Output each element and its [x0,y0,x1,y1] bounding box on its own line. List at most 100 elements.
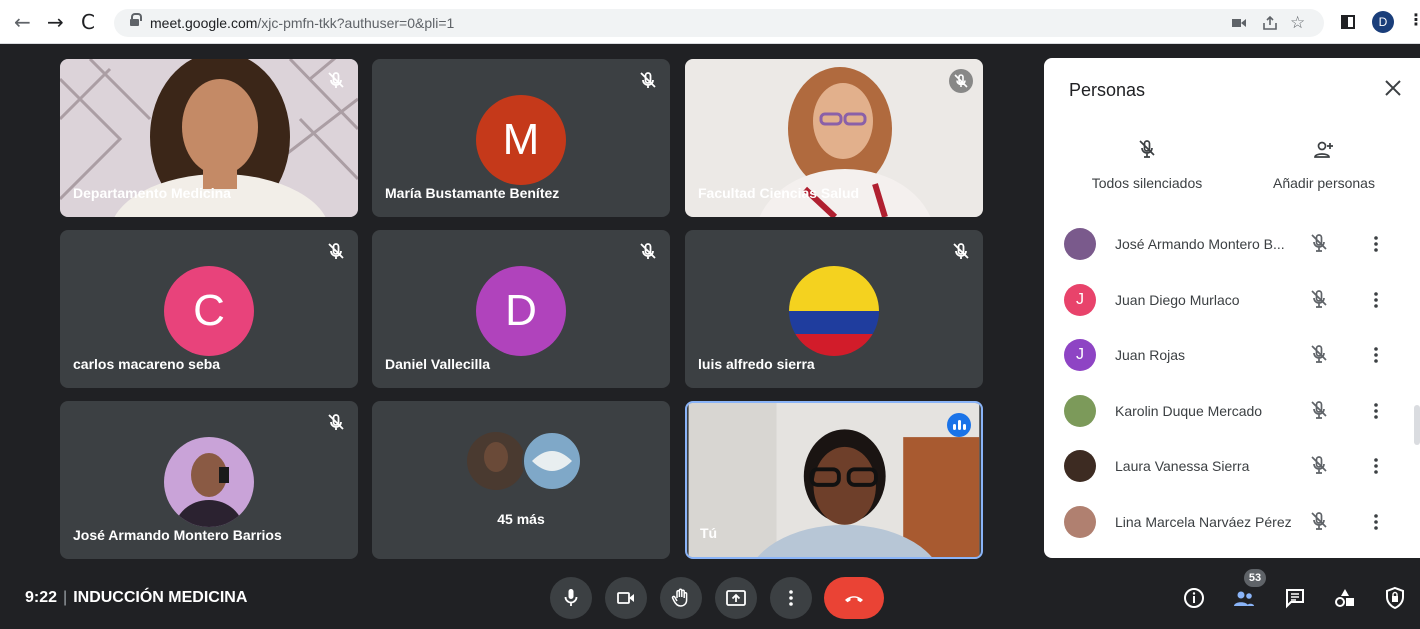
participant-name: Facultad Ciencias Salud [698,185,860,201]
overflow-participants-tile[interactable]: 45 más [372,401,670,559]
more-participants-label: 45 más [497,511,545,527]
side-panel-icon[interactable] [1341,15,1355,29]
participant-tile[interactable]: Departamento Medicina [60,59,358,217]
participant-tile[interactable]: José Armando Montero Barrios [60,401,358,559]
participant-count-badge: 53 [1244,569,1266,587]
raise-hand-icon [671,588,688,607]
participant-tile[interactable]: Facultad Ciencias Salud [685,59,983,217]
participant-name: Lina Marcela Narváez Pérez [1115,513,1292,530]
participant-name: José Armando Montero B... [1115,236,1285,252]
mic-off-icon [328,72,344,88]
participant-row[interactable]: José Armando Montero B... [1064,224,1414,264]
address-bar[interactable]: meet.google.com/xjc-pmfn-tkk?authuser=0&… [114,9,1324,37]
camera-icon[interactable] [1232,18,1246,28]
more-vert-icon[interactable] [1364,288,1388,312]
add-people-label: Añadir personas [1273,175,1375,191]
lock-icon [130,13,142,28]
meeting-name: INDUCCIÓN MEDICINA [73,589,248,606]
mic-off-icon [640,243,656,259]
more-vert-icon [789,590,793,606]
participant-tile[interactable]: M María Bustamante Benítez [372,59,670,217]
participant-row[interactable]: Karolin Duque Mercado [1064,391,1414,431]
participant-name: Karolin Duque Mercado [1115,402,1263,419]
participant-tile[interactable]: D Daniel Vallecilla [372,230,670,388]
url-text: meet.google.com/xjc-pmfn-tkk?authuser=0&… [150,15,454,31]
participant-tile[interactable]: luis alfredo sierra [685,230,983,388]
avatar: J [1064,283,1096,316]
forward-icon[interactable]: → [47,10,64,34]
activities-icon[interactable] [1333,586,1357,610]
meeting-details-icon[interactable] [1182,586,1206,610]
participant-row[interactable]: J Juan Rojas [1064,335,1414,375]
people-panel: Personas Todos silenciados Añadir person… [1044,58,1420,558]
panel-title: Personas [1069,80,1146,100]
present-screen-button[interactable] [715,577,757,619]
more-vert-icon[interactable] [1364,399,1388,423]
chat-icon[interactable] [1283,586,1307,610]
microphone-button[interactable] [550,577,592,619]
mic-off-icon [1139,140,1155,158]
more-vert-icon[interactable] [1364,343,1388,367]
mic-off-icon [640,72,656,88]
participant-name: Tú [700,525,718,541]
more-vert-icon[interactable] [1364,510,1388,534]
mute-all-button[interactable]: Todos silenciados [1067,138,1227,191]
avatar: J [1064,339,1096,371]
profile-avatar[interactable]: D [1372,11,1394,33]
overflow-avatars [467,431,582,491]
mic-off-icon[interactable] [1307,343,1331,367]
self-video [688,403,980,557]
url-host: meet.google.com [150,15,258,31]
meeting-info: 9:22 | INDUCCIÓN MEDICINA [25,589,248,606]
clock: 9:22 [25,589,58,606]
participant-name: Laura Vanessa Sierra [1115,458,1250,474]
participant-name: Daniel Vallecilla [385,356,491,372]
more-vert-icon[interactable] [1364,454,1388,478]
avatar [1064,394,1096,427]
panel-scrollbar[interactable] [1414,405,1420,445]
host-controls-icon[interactable] [1383,586,1407,610]
url-path: /xjc-pmfn-tkk?authuser=0&pli=1 [257,15,455,31]
participant-name: carlos macareno seba [73,356,221,372]
self-video-tile[interactable]: Tú [685,401,983,559]
person-add-icon [1314,141,1333,158]
participant-name: María Bustamante Benítez [385,185,560,201]
back-icon[interactable]: ← [14,10,31,34]
participant-name: Juan Diego Murlaco [1115,291,1240,308]
mic-off-icon [949,69,973,93]
photo-avatar [164,437,254,527]
participant-row[interactable]: Lina Marcela Narváez Pérez [1064,502,1414,542]
reload-icon[interactable]: C [81,10,95,34]
mic-off-icon[interactable] [1307,399,1331,423]
avatar [1064,450,1096,482]
mic-off-icon [953,243,969,259]
avatar: C [164,266,254,356]
participant-tile[interactable]: C carlos macareno seba [60,230,358,388]
speaking-indicator-icon [947,413,971,437]
flag-avatar [789,266,879,356]
mic-off-icon[interactable] [1307,454,1331,478]
participant-name: José Armando Montero Barrios [73,527,282,543]
mic-off-icon[interactable] [1307,232,1331,256]
participant-row[interactable]: J Juan Diego Murlaco [1064,280,1414,320]
more-options-button[interactable] [770,577,812,619]
mute-all-label: Todos silenciados [1091,175,1203,191]
browser-menu-icon[interactable]: ⋮ [1408,10,1420,29]
camera-button[interactable] [605,577,647,619]
raise-hand-button[interactable] [660,577,702,619]
mic-off-icon[interactable] [1307,288,1331,312]
participant-name: Departamento Medicina [73,185,231,201]
mic-off-icon[interactable] [1307,510,1331,534]
microphone-icon [564,589,578,606]
participant-row[interactable]: Laura Vanessa Sierra [1064,446,1414,486]
bookmark-star-icon[interactable]: ☆ [1290,13,1305,33]
people-icon[interactable] [1232,586,1256,610]
add-people-button[interactable]: Añadir personas [1244,138,1404,191]
more-vert-icon[interactable] [1364,232,1388,256]
participant-name: luis alfredo sierra [698,356,815,372]
leave-call-button[interactable] [824,577,884,619]
present-screen-icon [726,590,746,606]
mic-off-icon [328,414,344,430]
close-icon[interactable] [1381,76,1405,100]
share-icon[interactable] [1262,15,1278,31]
